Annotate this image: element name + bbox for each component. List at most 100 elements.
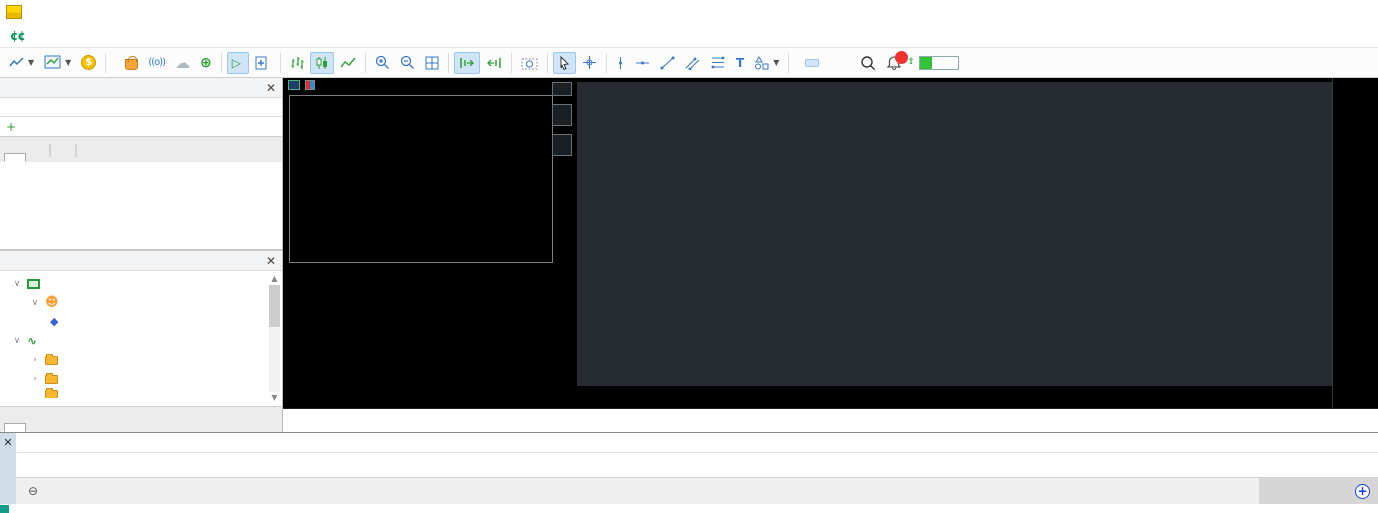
algo-trading-button[interactable]: ▷ <box>226 51 250 74</box>
channel-button[interactable] <box>681 53 704 73</box>
timeframe-m5[interactable] <box>805 58 820 67</box>
trade-table-header[interactable] <box>16 433 1378 453</box>
tile-windows-button[interactable] <box>421 53 443 73</box>
deposit-button[interactable]: $ <box>77 52 100 73</box>
vertical-line-icon <box>619 56 623 69</box>
text-icon: T <box>736 55 745 70</box>
menu-file[interactable] <box>35 33 61 39</box>
menu-view[interactable] <box>61 33 87 39</box>
expand-icon[interactable]: + <box>1355 483 1370 499</box>
menu-insert[interactable] <box>87 33 113 39</box>
zigzag-icon <box>9 56 24 66</box>
trade-table-row[interactable] <box>16 453 1378 477</box>
timeframe-h1[interactable] <box>843 60 855 66</box>
scroll-down-icon[interactable]: ▼ <box>269 392 280 404</box>
chart-window-icon <box>44 55 61 69</box>
chevron-down-icon[interactable]: ∨ <box>30 298 40 308</box>
candles-button[interactable] <box>310 51 335 74</box>
balance-curve-chart <box>585 118 1332 228</box>
zoom-in-button[interactable] <box>371 52 394 73</box>
timeframe-m1[interactable] <box>793 60 805 66</box>
timeframe-m30[interactable] <box>831 60 843 66</box>
shapes-button[interactable]: ▼ <box>750 53 783 73</box>
market-watch-header[interactable] <box>0 98 282 117</box>
tab-comments[interactable] <box>4 423 26 432</box>
hline-button[interactable] <box>631 55 654 71</box>
one-click-trading-bar[interactable] <box>918 55 959 70</box>
chart-type-button[interactable]: ▼ <box>5 53 38 73</box>
collapse-icon[interactable]: ⊖ <box>28 484 38 498</box>
tab-trading[interactable] <box>52 153 74 162</box>
shift-back-button[interactable] <box>482 53 506 73</box>
tree-item-account[interactable]: ∨ ☻ <box>0 293 282 312</box>
tree-item-trend[interactable]: › <box>0 350 282 369</box>
trendline-icon <box>660 56 675 69</box>
scrollbar-thumb[interactable] <box>269 285 280 327</box>
shift-end-button[interactable] <box>454 51 481 74</box>
text-button[interactable]: T <box>732 53 748 73</box>
timeframe-m15[interactable] <box>819 60 831 66</box>
mt5-window: ¢¢ ▼ ▼ $ ((o)) ☁ ⊕ ▷ T ▼ ⇧ ✕ + | | ✕ ∨ ∨… <box>0 0 1378 513</box>
market-watch-tabs: | | <box>0 136 282 162</box>
menu-chart[interactable] <box>113 33 139 39</box>
tab-ticks[interactable] <box>78 153 100 162</box>
price-axis[interactable] <box>1332 78 1378 408</box>
tree-item-indicators[interactable]: ∨ ∿ <box>0 331 282 350</box>
tree-item-clipped[interactable] <box>0 388 282 398</box>
screenshot-button[interactable] <box>517 53 542 73</box>
chevron-down-icon[interactable]: ∨ <box>12 279 22 289</box>
crosshair-button[interactable] <box>578 52 601 73</box>
signals-button[interactable]: ((o)) <box>144 54 169 71</box>
close-icon[interactable]: ✕ <box>266 254 276 268</box>
vline-button[interactable] <box>612 53 629 73</box>
tab-details[interactable] <box>26 153 48 162</box>
vps-button[interactable]: ☁ <box>171 51 194 75</box>
chart-tab-title <box>288 80 320 90</box>
menu-help[interactable] <box>191 33 217 39</box>
minimize-panel-button[interactable] <box>552 82 572 96</box>
fibo-button[interactable] <box>706 53 730 72</box>
scroll-up-icon[interactable]: ▲ <box>269 273 280 285</box>
time-axis[interactable] <box>283 408 1378 432</box>
zoom-out-button[interactable] <box>396 52 419 73</box>
navigator-title: ✕ <box>0 251 282 271</box>
add-symbol-row[interactable]: + <box>0 117 282 136</box>
line-icon <box>340 57 356 67</box>
account-summary-bar: ⊖ + <box>16 477 1378 504</box>
ide-button[interactable] <box>111 60 119 66</box>
tree-item-account-server[interactable]: ∨ <box>0 274 282 293</box>
notification-badge <box>895 50 909 64</box>
chevron-right-icon[interactable]: › <box>30 355 40 365</box>
close-icon[interactable]: ✕ <box>266 81 276 95</box>
tree-item-ea[interactable]: ◆ <box>0 312 282 331</box>
tab-favorites[interactable] <box>26 423 48 432</box>
line-chart-button[interactable] <box>336 53 360 73</box>
bell-icon <box>886 50 909 71</box>
new-order-button[interactable] <box>251 53 275 73</box>
navigator-scrollbar[interactable]: ▲ ▼ <box>269 273 280 404</box>
indicator-wave-icon: ∿ <box>27 333 38 348</box>
navigator-tabs <box>0 406 282 432</box>
market-button[interactable] <box>121 53 142 73</box>
mtdriver-stats-panel <box>577 82 1332 386</box>
chevron-down-icon[interactable]: ∨ <box>12 336 22 346</box>
tab-symbols[interactable] <box>4 153 26 162</box>
community-button[interactable]: ⊕ <box>196 52 216 74</box>
trendline-button[interactable] <box>656 53 679 73</box>
chevron-right-icon[interactable]: › <box>30 374 40 384</box>
bar-chart-button[interactable] <box>286 53 308 73</box>
close-icon[interactable]: ✕ <box>3 436 12 449</box>
notifications-button[interactable] <box>882 50 909 74</box>
lvl-indicator[interactable]: ⇧ <box>907 58 915 67</box>
chart-canvas[interactable] <box>283 78 1332 408</box>
move-button[interactable] <box>552 104 572 126</box>
search-button[interactable] <box>856 52 880 74</box>
tree-item-oscillators[interactable]: › <box>0 369 282 388</box>
menu-window[interactable] <box>165 33 191 39</box>
menu-tools[interactable] <box>139 33 165 39</box>
chart-profile-button[interactable]: ▼ <box>40 52 75 73</box>
globe-plus-icon: ⊕ <box>200 54 212 71</box>
cursor-button[interactable] <box>553 51 577 74</box>
check-button[interactable] <box>552 134 572 156</box>
server-icon <box>27 278 40 289</box>
